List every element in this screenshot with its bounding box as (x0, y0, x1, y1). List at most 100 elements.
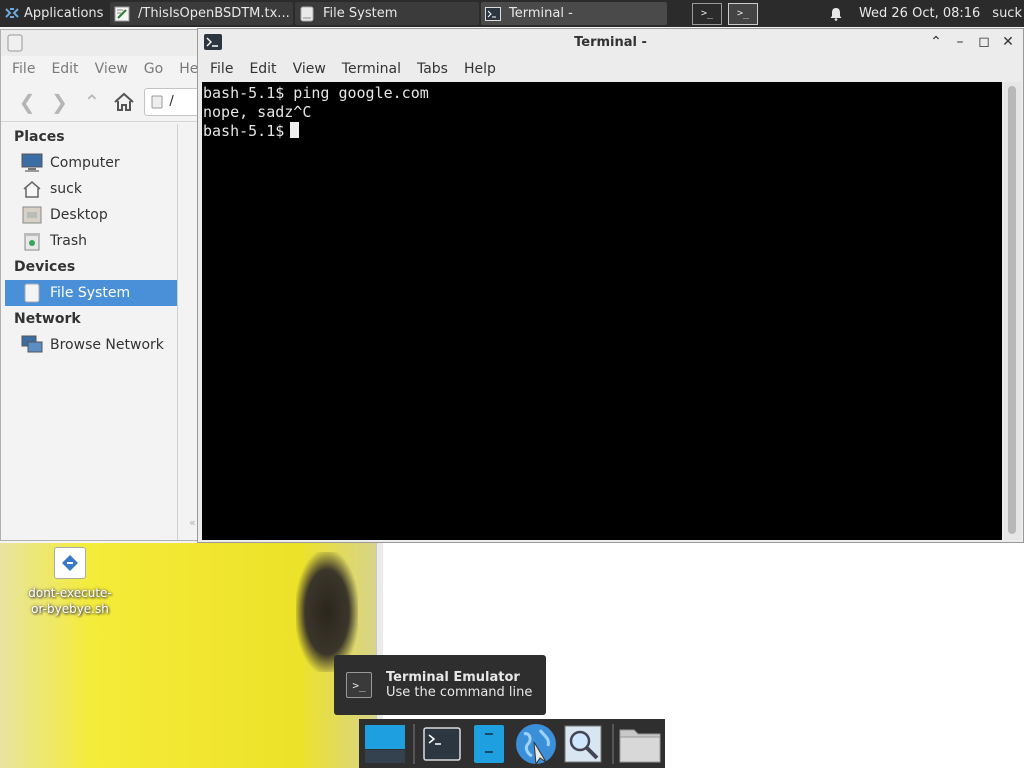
forward-button[interactable]: ❯ (43, 87, 75, 117)
sidebar-item-label: Computer (50, 155, 120, 171)
xfce-mouse-icon (5, 7, 19, 18)
minimize-button[interactable]: – (949, 31, 971, 53)
menu-file[interactable]: File (4, 61, 43, 77)
dock-separator (611, 723, 614, 764)
wallpaper-shape (296, 552, 358, 672)
menu-tabs[interactable]: Tabs (409, 61, 456, 77)
menu-file[interactable]: File (202, 61, 241, 77)
computer-icon (21, 152, 43, 174)
arrow-left-icon: ❮ (18, 89, 36, 114)
menu-view[interactable]: View (285, 61, 334, 77)
terminal-icon: >_ (346, 672, 372, 698)
bell-icon (830, 7, 842, 21)
file-manager-sidebar: Places Computer suck Desktop Trash Devic… (5, 124, 177, 358)
terminal-prompt: bash-5.1$ (203, 122, 285, 140)
desktop[interactable]: dont-execute-or-byebye.sh File Edit View… (0, 27, 1024, 768)
terminal-scrollbar[interactable] (1004, 82, 1021, 540)
menu-help[interactable]: Help (456, 61, 504, 77)
file-manager-launcher[interactable] (466, 721, 511, 767)
menu-edit[interactable]: Edit (43, 61, 86, 77)
desktop-icon (21, 204, 43, 226)
web-browser-launcher[interactable] (513, 721, 558, 767)
terminal-icon (422, 726, 461, 761)
notifications-button[interactable] (819, 0, 853, 27)
menu-edit[interactable]: Edit (241, 61, 284, 77)
menu-view[interactable]: View (87, 61, 136, 77)
home-button[interactable] (108, 87, 140, 117)
shade-button[interactable]: ⌃ (925, 31, 947, 53)
window-title: Terminal - (574, 34, 647, 50)
top-panel: Applications ≡ /ThisIsOpenBSDTM.tx... Fi… (0, 0, 1024, 27)
dock-tooltip: >_ Terminal Emulator Use the command lin… (334, 655, 546, 715)
maximize-button[interactable]: ◻ (973, 31, 995, 53)
terminal-prompt-line: bash-5.1$ (203, 122, 1001, 141)
file-manager-icon (473, 724, 504, 763)
back-button[interactable]: ❮ (11, 87, 43, 117)
sidebar-item-label: File System (50, 285, 131, 301)
menu-overflow-icon: ≡ (107, 6, 108, 21)
location-bar[interactable]: / (144, 87, 199, 116)
tooltip-title: Terminal Emulator (386, 670, 520, 685)
sidebar-item-desktop[interactable]: Desktop (5, 202, 177, 228)
terminal-cursor (290, 122, 300, 138)
sidebar-item-label: Browse Network (50, 337, 164, 353)
terminal-window[interactable]: Terminal - ⌃ – ◻ ✕ File Edit View Termin… (197, 28, 1024, 543)
menu-help[interactable]: Hel (171, 61, 199, 77)
sidebar-item-computer[interactable]: Computer (5, 150, 177, 176)
scrollbar-thumb[interactable] (1008, 86, 1016, 534)
close-icon: ✕ (1002, 34, 1014, 50)
terminal-titlebar[interactable]: Terminal - ⌃ – ◻ ✕ (198, 29, 1023, 55)
section-network: Network (14, 311, 81, 327)
terminal-icon: >_ (736, 8, 750, 19)
sidebar-item-home[interactable]: suck (5, 176, 177, 202)
task-file-system[interactable]: File System (295, 2, 479, 25)
terminal-line: bash-5.1$ ping google.com (203, 84, 429, 102)
web-browser-icon (516, 723, 557, 765)
dock (359, 719, 665, 768)
file-manager-titlebar[interactable] (1, 30, 199, 56)
file-manager-window[interactable]: File Edit View Go Hel ❮ ❯ ⌃ / Places Com… (0, 29, 200, 541)
desktop-file-icon[interactable]: dont-execute-or-byebye.sh (22, 547, 118, 617)
folder-launcher[interactable] (618, 721, 663, 767)
maximize-icon: ◻ (978, 34, 990, 50)
home-folder-icon (21, 178, 43, 200)
script-file-icon (54, 547, 86, 579)
up-button[interactable]: ⌃ (76, 87, 108, 117)
workspace-1-button[interactable]: >_ (692, 2, 722, 25)
applications-menu-button[interactable]: Applications ≡ (0, 0, 108, 27)
sidebar-item-file-system[interactable]: File System (5, 280, 177, 306)
terminal-icon (204, 34, 222, 50)
sidebar-item-trash[interactable]: Trash (5, 228, 177, 254)
app-finder-launcher[interactable] (561, 721, 606, 767)
clock[interactable]: Wed 26 Oct, 08:16 (853, 0, 988, 27)
show-desktop-icon (364, 724, 405, 763)
chevron-up-icon: ⌃ (930, 34, 942, 50)
drive-icon (21, 282, 43, 304)
terminal-screen[interactable]: bash-5.1$ ping google.com nope, sadz^C b… (202, 82, 1002, 540)
folder-icon (619, 729, 661, 762)
user-menu-button[interactable]: suck (988, 0, 1024, 27)
task-terminal[interactable]: Terminal - (481, 2, 667, 25)
show-desktop-button[interactable] (362, 721, 407, 767)
sidebar-item-label: Trash (50, 233, 87, 249)
terminal-icon (485, 6, 501, 21)
close-button[interactable]: ✕ (997, 31, 1019, 53)
app-finder-icon (564, 725, 602, 762)
file-manager-toolbar: ❮ ❯ ⌃ / (1, 82, 199, 122)
menu-go[interactable]: Go (136, 61, 171, 77)
resize-grip-icon[interactable]: « (189, 516, 196, 529)
menu-terminal[interactable]: Terminal (334, 61, 409, 77)
terminal-launcher[interactable] (419, 721, 464, 767)
dock-separator (413, 723, 416, 764)
task-text-editor[interactable]: /ThisIsOpenBSDTM.tx... (110, 2, 293, 25)
tooltip-subtitle: Use the command line (386, 685, 533, 700)
desktop-file-label: dont-execute-or-byebye.sh (28, 586, 112, 616)
drive-icon (300, 6, 314, 21)
sidebar-item-browse-network[interactable]: Browse Network (5, 332, 177, 358)
sidebar-divider[interactable] (177, 124, 178, 540)
drive-icon (7, 34, 23, 52)
terminal-icon: >_ (700, 8, 714, 19)
task-label: /ThisIsOpenBSDTM.tx... (138, 6, 290, 21)
workspace-2-button[interactable]: >_ (728, 2, 758, 25)
arrow-up-icon: ⌃ (83, 89, 101, 114)
